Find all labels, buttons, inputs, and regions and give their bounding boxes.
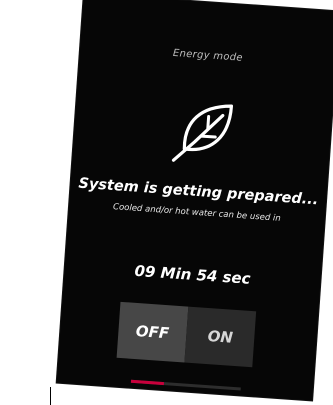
mode-label: Energy mode — [172, 47, 244, 64]
stand-line — [50, 387, 51, 405]
leaf-icon — [171, 104, 234, 162]
progress-fill — [130, 379, 165, 386]
countdown-timer: 09 Min 54 sec — [133, 261, 252, 288]
off-on-toggle[interactable]: OFF ON — [116, 301, 257, 368]
stage: Energy mode System is getting prepared..… — [0, 0, 333, 405]
off-button[interactable]: OFF — [116, 301, 189, 363]
on-button[interactable]: ON — [184, 306, 257, 368]
device-screen: Energy mode System is getting prepared..… — [56, 0, 333, 401]
progress-bar — [130, 379, 241, 391]
